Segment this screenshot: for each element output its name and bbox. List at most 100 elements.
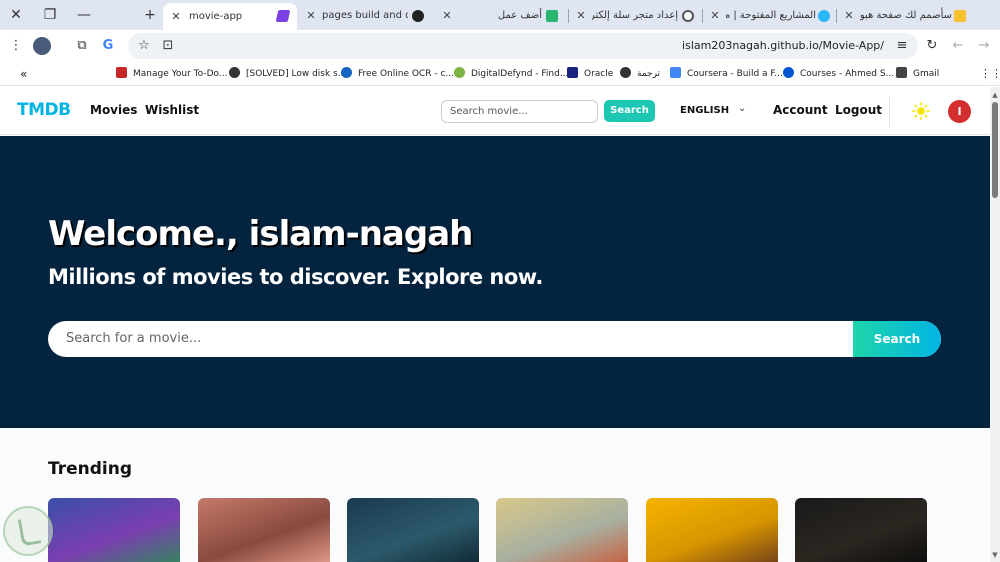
minimize-window-icon[interactable]: — bbox=[74, 5, 94, 25]
close-tab-icon[interactable]: ✕ bbox=[169, 3, 183, 30]
tab-open-projects[interactable]: ✕ المشاريع المفتوحة | م bbox=[706, 4, 834, 28]
bookmark-label: Courses - Ahmed S... bbox=[800, 69, 895, 79]
bookmark-ocr[interactable]: Free Online OCR - c... bbox=[341, 66, 454, 82]
close-window-icon[interactable]: ✕ bbox=[6, 5, 26, 25]
movie-poster-card[interactable] bbox=[198, 498, 330, 562]
hero-welcome-title: Welcome., islam-nagah bbox=[48, 214, 473, 254]
language-select[interactable]: ENGLISH bbox=[680, 105, 729, 116]
tab-movie-app[interactable]: ✕ movie-app bbox=[163, 3, 297, 30]
extensions-icon[interactable]: ⧉ bbox=[74, 38, 90, 54]
bookmark-coursera-courses[interactable]: Courses - Ahmed S... bbox=[783, 66, 894, 82]
khamsat-icon bbox=[546, 10, 558, 22]
scrollbar-thumb[interactable] bbox=[992, 102, 998, 198]
bookmark-favicon-icon bbox=[670, 67, 681, 78]
app-navbar: TMDB Movies Wishlist Search movie... Sea… bbox=[0, 87, 990, 135]
new-tab-icon[interactable]: + bbox=[140, 5, 160, 25]
movie-poster-card[interactable] bbox=[795, 498, 927, 562]
browser-toolbar: ⋮ ⧉ G ☆ ⊡ islam203nagah.github.io/Movie-… bbox=[0, 30, 1000, 62]
bolt-icon bbox=[275, 10, 291, 22]
tab-pages-build[interactable]: ✕ pages build and dep bbox=[300, 4, 430, 28]
tab-separator bbox=[702, 9, 703, 23]
hero-search-input[interactable]: Search for a movie... bbox=[66, 321, 201, 357]
hero-subtitle: Millions of movies to discover. Explore … bbox=[48, 265, 543, 289]
trending-heading: Trending bbox=[48, 459, 133, 479]
collapse-bookmarks-icon[interactable]: « bbox=[20, 66, 27, 82]
translate-icon[interactable]: G bbox=[100, 38, 116, 54]
movie-poster-card[interactable] bbox=[646, 498, 778, 562]
bookmark-label: Gmail bbox=[913, 69, 940, 79]
bookmark-gmail[interactable]: Gmail bbox=[896, 66, 939, 82]
navbar-divider bbox=[889, 97, 890, 127]
nav-search-button[interactable]: Search bbox=[604, 100, 655, 122]
watermark-logo bbox=[3, 506, 53, 556]
bookmark-label: Coursera - Build a F... bbox=[687, 69, 783, 79]
address-bar[interactable]: ☆ ⊡ islam203nagah.github.io/Movie-App/ ≡ bbox=[128, 33, 918, 59]
restore-window-icon[interactable]: ❐ bbox=[40, 5, 60, 25]
bookmark-favicon-icon bbox=[783, 67, 794, 78]
tab-separator bbox=[568, 9, 569, 23]
bookmark-oracle[interactable]: Oracle bbox=[567, 66, 613, 82]
back-arrow-icon[interactable]: ← bbox=[950, 38, 966, 54]
install-app-icon[interactable]: ⊡ bbox=[160, 38, 176, 54]
tab-salla-store[interactable]: ✕ إعداد متجر سلة إلكترو bbox=[572, 4, 700, 28]
reload-icon[interactable]: ↻ bbox=[924, 38, 940, 54]
tab-title: إعداد متجر سلة إلكترو bbox=[592, 10, 678, 21]
site-settings-icon[interactable]: ≡ bbox=[894, 38, 910, 54]
bookmark-favicon-icon bbox=[454, 67, 465, 78]
close-tab-icon[interactable]: ✕ bbox=[440, 4, 454, 28]
tab-separator bbox=[836, 9, 837, 23]
tab-title: المشاريع المفتوحة | م bbox=[726, 10, 816, 21]
close-tab-icon[interactable]: ✕ bbox=[708, 4, 722, 28]
hero-banner: Welcome., islam-nagah Millions of movies… bbox=[0, 136, 990, 428]
bookmark-favicon-icon bbox=[896, 67, 907, 78]
tab-landing-page[interactable]: ✕ سأصمم لك صفحة هبو bbox=[840, 4, 970, 28]
kebab-menu-icon[interactable]: ⋮ bbox=[8, 38, 24, 54]
bookmark-favicon-icon bbox=[620, 67, 631, 78]
trending-section: Trending bbox=[0, 428, 990, 562]
bookmark-digitaldefynd[interactable]: DigitalDefynd - Find... bbox=[454, 66, 568, 82]
sun-theme-toggle-icon[interactable] bbox=[912, 102, 930, 120]
browser-tab-strip: ✕ ❐ — + ✕ movie-app ✕ pages build and de… bbox=[0, 0, 1000, 30]
url-text: islam203nagah.github.io/Movie-App/ bbox=[682, 39, 884, 52]
bookmark-label: Manage Your To-Do... bbox=[133, 69, 228, 79]
profile-avatar-icon[interactable] bbox=[33, 37, 51, 55]
tab-add-work[interactable]: ✕ أضف عمل bbox=[436, 4, 564, 28]
bookmark-label: DigitalDefynd - Find... bbox=[471, 69, 569, 79]
chevron-down-icon[interactable]: ⌄ bbox=[738, 103, 746, 114]
nav-movies-link[interactable]: Movies bbox=[90, 103, 137, 117]
nav-search-input[interactable]: Search movie... bbox=[441, 100, 598, 123]
tab-title: سأصمم لك صفحة هبو bbox=[860, 10, 952, 21]
movie-poster-card[interactable] bbox=[48, 498, 180, 562]
movie-poster-card[interactable] bbox=[347, 498, 479, 562]
bookmark-translate[interactable]: ترجمة bbox=[620, 66, 660, 82]
close-tab-icon[interactable]: ✕ bbox=[304, 4, 318, 28]
scroll-down-arrow-icon[interactable]: ▼ bbox=[990, 550, 1000, 560]
tab-title: movie-app bbox=[189, 11, 243, 22]
bookmark-star-icon[interactable]: ☆ bbox=[136, 38, 152, 54]
forward-arrow-icon[interactable]: → bbox=[976, 38, 992, 54]
bookmark-todo[interactable]: Manage Your To-Do... bbox=[116, 66, 227, 82]
user-avatar[interactable]: I bbox=[948, 100, 971, 123]
bookmark-favicon-icon bbox=[567, 67, 578, 78]
bookmark-favicon-icon bbox=[116, 67, 127, 78]
close-tab-icon[interactable]: ✕ bbox=[574, 4, 588, 28]
bookmark-coursera-build[interactable]: Coursera - Build a F... bbox=[670, 66, 783, 82]
bookmark-favicon-icon bbox=[229, 67, 240, 78]
hero-search-button[interactable]: Search bbox=[853, 321, 941, 357]
hero-search-bar: Search for a movie... Search bbox=[48, 321, 941, 357]
close-tab-icon[interactable]: ✕ bbox=[842, 4, 856, 28]
logout-link[interactable]: Logout bbox=[835, 103, 882, 117]
tab-title: أضف عمل bbox=[497, 10, 542, 21]
more-bookmarks-icon[interactable]: ⋮⋮ bbox=[980, 66, 1000, 82]
bookmark-favicon-icon bbox=[341, 67, 352, 78]
movie-poster-card[interactable] bbox=[496, 498, 628, 562]
khamsat-5-icon bbox=[954, 10, 966, 22]
bookmarks-bar: « Manage Your To-Do... [SOLVED] Low disk… bbox=[0, 62, 1000, 86]
scroll-up-arrow-icon[interactable]: ▲ bbox=[990, 90, 1000, 100]
tmdb-logo[interactable]: TMDB bbox=[17, 100, 71, 120]
github-icon bbox=[412, 10, 424, 22]
bookmark-solved[interactable]: [SOLVED] Low disk s... bbox=[229, 66, 346, 82]
account-link[interactable]: Account bbox=[773, 103, 828, 117]
bookmark-label: Free Online OCR - c... bbox=[358, 69, 454, 79]
nav-wishlist-link[interactable]: Wishlist bbox=[145, 103, 199, 117]
